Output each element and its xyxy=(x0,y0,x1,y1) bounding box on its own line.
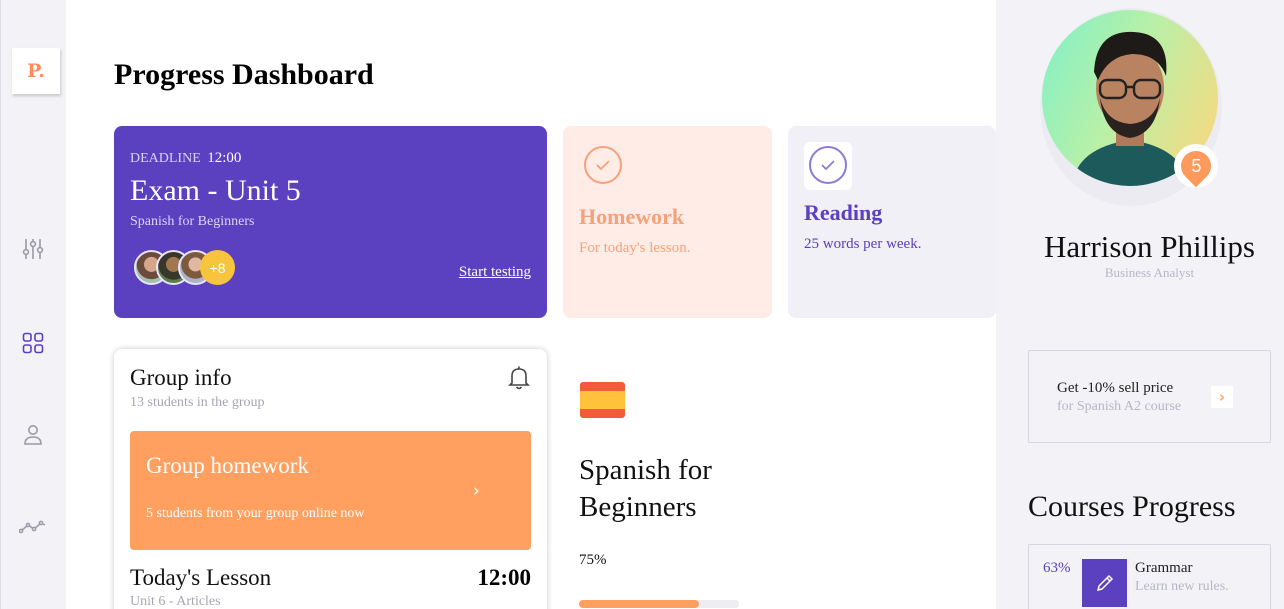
homework-title: Homework xyxy=(579,204,685,229)
exam-deadline: DEADLINE 12:00 xyxy=(130,150,241,167)
courses-progress-title: Courses Progress xyxy=(1028,490,1236,523)
promo-card[interactable]: Get -10% sell price for Spanish A2 cours… xyxy=(1028,350,1271,443)
course-progress-bar xyxy=(579,600,739,608)
exam-title: Exam - Unit 5 xyxy=(130,174,301,207)
group-info-card: Group info 13 students in the group Grou… xyxy=(114,349,547,609)
sliders-icon[interactable] xyxy=(20,236,46,262)
bell-icon[interactable] xyxy=(507,365,531,391)
page-title: Progress Dashboard xyxy=(114,58,374,91)
activity-icon[interactable] xyxy=(18,514,48,540)
group-subtitle: 13 students in the group xyxy=(130,395,265,410)
exam-card: DEADLINE 12:00 Exam - Unit 5 Spanish for… xyxy=(114,126,547,318)
app-logo[interactable]: P. xyxy=(12,48,60,94)
reading-subtitle: 25 words per week. xyxy=(804,236,922,252)
spain-flag-icon xyxy=(580,382,625,418)
course-name: Grammar xyxy=(1135,560,1193,576)
group-homework-title: Group homework xyxy=(146,453,309,478)
grid-icon[interactable] xyxy=(20,330,46,356)
reading-title: Reading xyxy=(804,200,883,225)
homework-card[interactable]: Homework For today's lesson. xyxy=(563,126,772,318)
course-progress-fill xyxy=(579,600,699,608)
exam-subtitle: Spanish for Beginners xyxy=(130,214,255,229)
group-homework-subtitle: 5 students from your group online now xyxy=(146,506,365,521)
more-participants-badge: +8 xyxy=(200,250,235,285)
start-testing-link[interactable]: Start testing xyxy=(459,264,531,281)
lesson-time: 12:00 xyxy=(477,565,531,590)
pencil-icon xyxy=(1082,559,1127,607)
lesson-subtitle: Unit 6 - Articles xyxy=(130,594,221,609)
course-title: Spanish for Beginners xyxy=(579,454,712,523)
profile-role: Business Analyst xyxy=(1104,265,1195,280)
user-icon[interactable] xyxy=(20,422,46,448)
check-circle-icon xyxy=(584,146,622,184)
location-pin-icon: 5 xyxy=(1174,144,1218,188)
level-badge: 5 xyxy=(1174,144,1218,188)
course-subtitle: Learn new rules. xyxy=(1135,579,1229,594)
reading-card[interactable]: Reading 25 words per week. xyxy=(788,126,996,318)
promo-subtitle: for Spanish A2 course xyxy=(1057,399,1182,414)
chevron-right-icon[interactable]: › xyxy=(1211,386,1233,408)
group-homework-button[interactable]: Group homework 5 students from your grou… xyxy=(130,431,531,550)
promo-title: Get -10% sell price xyxy=(1057,380,1174,396)
deadline-label: DEADLINE xyxy=(130,151,201,166)
level-number: 5 xyxy=(1190,155,1202,176)
group-title: Group info xyxy=(130,365,232,390)
profile-name: Harrison Phillips xyxy=(1044,229,1255,264)
homework-subtitle: For today's lesson. xyxy=(579,240,691,256)
profile-panel: 5 Harrison Phillips Business Analyst Get… xyxy=(996,0,1284,609)
lesson-title: Today's Lesson xyxy=(130,565,272,590)
check-circle-icon xyxy=(809,146,847,184)
course-progress-item[interactable]: 63% Grammar Learn new rules. xyxy=(1028,544,1271,609)
reading-icon-tile xyxy=(804,142,852,190)
chevron-right-icon: › xyxy=(473,481,480,501)
sidebar: P. xyxy=(0,0,66,609)
deadline-time: 12:00 xyxy=(207,150,242,166)
course-progress-percent: 63% xyxy=(1043,560,1071,576)
course-progress-label: 75% xyxy=(579,552,607,568)
